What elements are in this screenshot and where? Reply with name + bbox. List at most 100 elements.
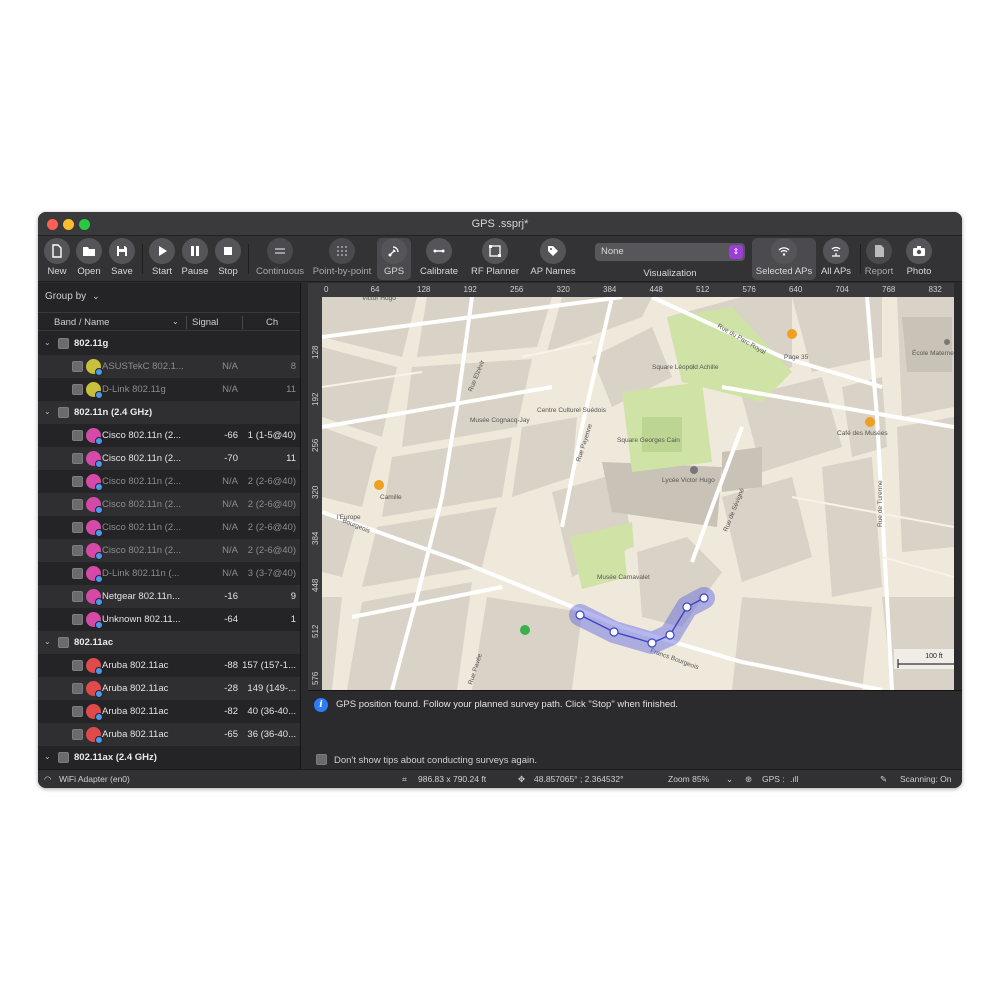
- ap-checkbox[interactable]: [72, 591, 83, 602]
- pause-icon: [182, 238, 208, 264]
- ap-checkbox[interactable]: [72, 660, 83, 671]
- open-button[interactable]: Open: [74, 238, 104, 280]
- group-checkbox[interactable]: [58, 407, 69, 418]
- band-group-row[interactable]: ⌄ 802.11n (2.4 GHz): [38, 401, 300, 424]
- ap-name: ASUSTekC 802.1...: [102, 361, 184, 372]
- access-point-row[interactable]: Aruba 802.11ac -88 157 (157-1...: [38, 654, 300, 677]
- band-label: 802.11g: [74, 338, 109, 349]
- access-point-row[interactable]: Netgear 802.11n... -16 9: [38, 585, 300, 608]
- band-group-row[interactable]: ⌄ 802.11ac: [38, 631, 300, 654]
- map-canvas[interactable]: Rue du Parc Royal Page 35 Square Léopold A…: [322, 297, 954, 690]
- zoom-chevron-icon[interactable]: ⌄: [726, 774, 733, 785]
- ap-checkbox[interactable]: [72, 706, 83, 717]
- start-button[interactable]: Start: [147, 238, 177, 280]
- access-point-icon: [86, 612, 103, 629]
- ap-signal: -65: [224, 729, 238, 740]
- photo-button[interactable]: Photo: [902, 238, 936, 280]
- ap-checkbox[interactable]: [72, 522, 83, 533]
- calibrate-button[interactable]: Calibrate: [417, 238, 461, 280]
- ap-names-button[interactable]: AP Names: [527, 238, 579, 280]
- access-point-row[interactable]: Cisco 802.11n (2... N/A 2 (2-6@40): [38, 516, 300, 539]
- column-divider[interactable]: [242, 316, 243, 329]
- ap-checkbox[interactable]: [72, 361, 83, 372]
- column-channel[interactable]: Ch: [266, 317, 278, 328]
- ap-name: Aruba 802.11ac: [102, 706, 169, 717]
- rf-planner-button[interactable]: RF Planner: [469, 238, 521, 280]
- rf-planner-label: RF Planner: [470, 266, 520, 277]
- ruler-tick-label: 576: [742, 285, 756, 294]
- column-divider[interactable]: [186, 316, 187, 329]
- disclosure-chevron-icon[interactable]: ⌄: [44, 637, 51, 646]
- access-point-row[interactable]: Unknown 802.11... -64 1: [38, 608, 300, 631]
- group-checkbox[interactable]: [58, 752, 69, 763]
- gps-button[interactable]: GPS: [377, 238, 411, 280]
- toolbar-separator: [860, 244, 861, 274]
- grid-dots-icon: [329, 238, 355, 264]
- stop-button[interactable]: Stop: [213, 238, 243, 280]
- ap-checkbox[interactable]: [72, 476, 83, 487]
- toolbar-separator: [142, 244, 143, 274]
- point-by-point-button[interactable]: Point-by-point: [310, 238, 374, 280]
- scan-toggle-icon[interactable]: ✎: [880, 774, 887, 785]
- group-by-control[interactable]: Group by ⌄: [45, 291, 100, 302]
- access-point-row[interactable]: Cisco 802.11n (2... N/A 2 (2-6@40): [38, 493, 300, 516]
- group-checkbox[interactable]: [58, 637, 69, 648]
- access-point-row[interactable]: Cisco 802.11n (2... N/A 2 (2-6@40): [38, 470, 300, 493]
- ap-checkbox[interactable]: [72, 545, 83, 556]
- continuous-button[interactable]: Continuous: [252, 238, 308, 280]
- save-button[interactable]: Save: [107, 238, 137, 280]
- tag-icon: [540, 238, 566, 264]
- dont-show-tips-label[interactable]: Don't show tips about conducting surveys…: [334, 755, 537, 766]
- calibrate-icon: [426, 238, 452, 264]
- ruler-tick-label: 832: [928, 285, 942, 294]
- access-point-row[interactable]: Aruba 802.11ac -65 36 (36-40...: [38, 723, 300, 746]
- new-file-icon: [44, 238, 70, 264]
- ap-checkbox[interactable]: [72, 729, 83, 740]
- access-point-icon: [86, 566, 103, 583]
- disclosure-chevron-icon[interactable]: ⌄: [44, 407, 51, 416]
- zoom-level[interactable]: Zoom 85%: [668, 774, 709, 784]
- selected-aps-button[interactable]: Selected APs: [752, 238, 816, 280]
- visualization-select[interactable]: None ⇕: [595, 243, 745, 261]
- access-point-row[interactable]: Cisco 802.11n (2... N/A 2 (2-6@40): [38, 539, 300, 562]
- dont-show-tips-checkbox[interactable]: [316, 754, 327, 765]
- access-point-icon: [86, 727, 103, 744]
- access-point-icon: [86, 497, 103, 514]
- access-point-row[interactable]: Aruba 802.11ac -28 149 (149-...: [38, 677, 300, 700]
- access-point-row[interactable]: D-Link 802.11n (... N/A 3 (3-7@40): [38, 562, 300, 585]
- info-icon: i: [314, 698, 328, 712]
- access-point-row[interactable]: Cisco 802.11n (2... -70 11: [38, 447, 300, 470]
- ap-checkbox[interactable]: [72, 568, 83, 579]
- all-aps-button[interactable]: All APs: [818, 238, 854, 280]
- pause-button[interactable]: Pause: [180, 238, 210, 280]
- report-button[interactable]: Report: [864, 238, 894, 280]
- ap-name: Cisco 802.11n (2...: [102, 430, 182, 441]
- ap-checkbox[interactable]: [72, 614, 83, 625]
- ap-checkbox[interactable]: [72, 453, 83, 464]
- access-point-row[interactable]: ASUSTekC 802.1... N/A 8: [38, 355, 300, 378]
- ap-checkbox[interactable]: [72, 384, 83, 395]
- ap-checkbox[interactable]: [72, 683, 83, 694]
- group-checkbox[interactable]: [58, 338, 69, 349]
- access-point-row[interactable]: Cisco 802.11n (2... -66 1 (1-5@40): [38, 424, 300, 447]
- ap-signal: N/A: [222, 545, 238, 556]
- disclosure-chevron-icon[interactable]: ⌄: [44, 338, 51, 347]
- band-group-row[interactable]: ⌄ 802.11g: [38, 332, 300, 355]
- new-button[interactable]: New: [42, 238, 72, 280]
- ruler-tick-label: 320: [556, 285, 570, 294]
- band-group-row[interactable]: ⌄ 802.11ax (2.4 GHz): [38, 746, 300, 769]
- ap-checkbox[interactable]: [72, 430, 83, 441]
- ap-channel: 2 (2-6@40): [247, 545, 296, 556]
- chevron-down-icon: ⌄: [92, 291, 100, 301]
- column-signal[interactable]: Signal: [192, 317, 218, 328]
- column-band-name[interactable]: Band / Name: [54, 317, 109, 328]
- disclosure-chevron-icon[interactable]: ⌄: [44, 752, 51, 761]
- ap-checkbox[interactable]: [72, 499, 83, 510]
- window-title: GPS .ssprj*: [471, 218, 529, 230]
- status-bar: ◠ WiFi Adapter (en0) ⌗ 986.83 x 790.24 f…: [38, 769, 962, 788]
- map-street-label: l'Europe: [337, 514, 361, 521]
- visualization-label: Visualization: [643, 268, 697, 279]
- scale-bar-label: 100 ft: [925, 653, 943, 660]
- access-point-row[interactable]: Aruba 802.11ac -82 40 (36-40...: [38, 700, 300, 723]
- access-point-row[interactable]: D-Link 802.11g N/A 11: [38, 378, 300, 401]
